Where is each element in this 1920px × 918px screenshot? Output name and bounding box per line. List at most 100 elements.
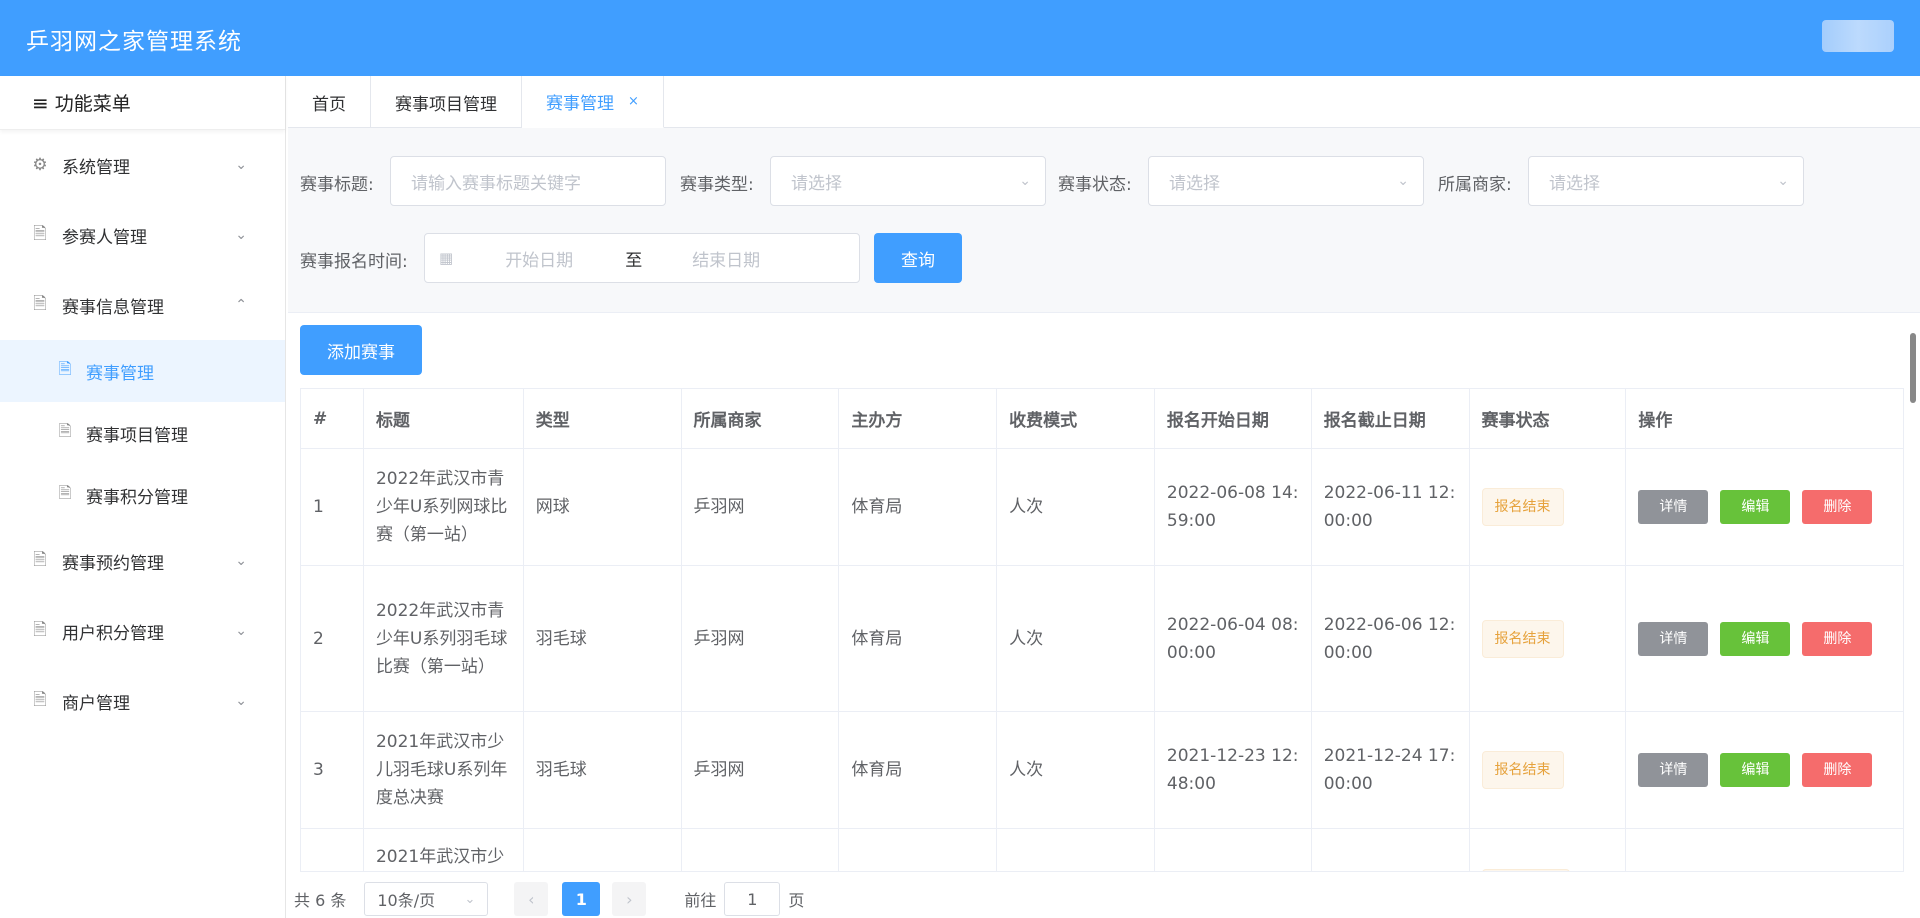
cell-fee [997,829,1155,871]
status-badge: 报名结束 [1481,751,1564,789]
sidebar-header-label: 功能菜单 [54,93,131,115]
cell-index: 3 [301,712,364,828]
cell-type: 羽毛球 [524,712,682,828]
goto-page-input[interactable]: 1 [724,882,781,916]
sidebar-item-label: 赛事预约管理 [62,553,164,574]
chevron-down-icon: ⌄ [235,623,247,639]
chevron-right-icon: › [626,889,633,909]
sidebar-subitem-label: 赛事积分管理 [86,487,188,508]
calendar-icon: ▦ [439,249,454,267]
prev-page-button[interactable]: ‹ [514,882,549,916]
date-range-picker[interactable]: ▦ 开始日期 至 结束日期 [424,233,860,283]
cell-title: 2021年武汉市少 [364,829,524,871]
merchant-filter-label: 所属商家: [1438,175,1512,195]
cell-index: 1 [301,449,364,565]
edit-button[interactable] [1720,871,1790,872]
page-scrollbar[interactable] [1910,333,1916,403]
merchant-select-placeholder: 请选择 [1549,173,1600,194]
delete-button[interactable] [1802,871,1872,872]
sidebar-item-merchant[interactable]: 🗎 商户管理 ⌄ [0,666,285,736]
edit-button[interactable]: 编辑 [1720,490,1791,524]
cell-start-date: 2021-11-30 21:1 [1155,829,1312,871]
chevron-down-icon: ⌄ [1777,173,1789,189]
cell-status: 报名结束 [1470,566,1627,711]
cell-type [524,829,682,871]
query-button[interactable]: 查询 [874,233,962,283]
cell-fee: 人次 [997,566,1155,711]
add-event-button[interactable]: 添加赛事 [300,325,422,375]
table-header: # 标题 类型 所属商家 主办方 收费模式 报名开始日期 报名截止日期 赛事状态… [301,389,1903,449]
sidebar-item-event-info[interactable]: 🗎 赛事信息管理 ⌃ [0,270,285,340]
chevron-down-icon: ⌄ [235,227,247,243]
column-header: 报名开始日期 [1155,389,1312,448]
status-select[interactable]: 请选择 ⌄ [1148,156,1424,206]
detail-button[interactable]: 详情 [1638,621,1709,656]
delete-button[interactable]: 删除 [1802,490,1873,524]
page-number-current[interactable]: 1 [562,882,601,916]
status-badge [1481,869,1570,871]
sidebar-subitem-event-manage[interactable]: 🗎 赛事管理 [0,340,285,402]
tab-event-project[interactable]: 赛事项目管理 [371,76,522,128]
user-avatar[interactable] [1822,20,1894,52]
title-search-input[interactable]: 请输入赛事标题关键字 [390,156,666,206]
cell-fee: 人次 [997,449,1155,565]
document-icon: 🗎 [58,420,72,440]
sidebar: ≡ 功能菜单 ⚙ 系统管理 ⌄ 🗎 参赛人管理 ⌄ 🗎 赛事信息管理 ⌃ 🗎 赛… [0,76,286,918]
delete-button[interactable]: 删除 [1802,621,1873,656]
app-title: 乒羽网之家管理系统 [26,29,242,55]
cell-actions: 详情 编辑 删除 [1626,449,1903,565]
sidebar-subitem-event-points[interactable]: 🗎 赛事积分管理 [0,464,285,526]
sidebar-item-participants[interactable]: 🗎 参赛人管理 ⌄ [0,200,285,270]
chevron-down-icon: ⌄ [235,553,247,569]
edit-button[interactable]: 编辑 [1720,621,1791,656]
detail-button[interactable]: 详情 [1638,490,1709,524]
range-separator: 至 [625,250,643,271]
cell-start-date: 2022-06-08 14:59:00 [1155,449,1312,565]
table-row: 2 2022年武汉市青少年U系列羽毛球比赛（第一站） 羽毛球 乒羽网 体育局 人… [301,566,1903,712]
status-badge: 报名结束 [1481,488,1564,526]
type-filter-label: 赛事类型: [680,175,754,195]
cell-status: 报名结束 [1470,449,1627,565]
document-icon: 🗎 [33,293,47,314]
total-count: 共 6 条 [294,891,347,910]
document-icon: 🗎 [33,549,47,570]
detail-button[interactable]: 详情 [1638,753,1709,787]
cell-merchant: 乒羽网 [682,566,840,711]
tab-event-manage[interactable]: 赛事管理 × [522,76,664,128]
tab-label: 赛事管理 [546,94,614,114]
edit-button[interactable]: 编辑 [1720,753,1791,787]
page-size-select[interactable]: 10条/页 ⌄ [364,882,489,916]
table-row: 3 2021年武汉市少儿羽毛球U系列年度总决赛 羽毛球 乒羽网 体育局 人次 2… [301,712,1903,829]
status-select-placeholder: 请选择 [1169,173,1220,194]
close-icon[interactable]: × [628,94,639,109]
column-header: 所属商家 [682,389,840,448]
table-row: 1 2022年武汉市青少年U系列网球比赛（第一站） 网球 乒羽网 体育局 人次 … [301,449,1903,566]
title-filter-label: 赛事标题: [300,175,374,195]
end-date-placeholder: 结束日期 [692,250,761,271]
tab-bar: 首页 赛事项目管理 赛事管理 × [288,76,1920,128]
merchant-select[interactable]: 请选择 ⌄ [1528,156,1804,206]
detail-button[interactable] [1638,871,1708,872]
cell-status [1470,829,1627,871]
column-header: 类型 [524,389,682,448]
chevron-down-icon: ⌄ [1397,173,1409,189]
cell-merchant: 乒羽网 [682,712,840,828]
main-content: 赛事标题: 请输入赛事标题关键字 赛事类型: 请选择 ⌄ 赛事状态: 请选择 ⌄… [288,128,1920,918]
document-icon: 🗎 [58,358,72,378]
sidebar-item-system[interactable]: ⚙ 系统管理 ⌄ [0,130,285,200]
sidebar-subitem-event-project[interactable]: 🗎 赛事项目管理 [0,402,285,464]
cell-host [839,829,998,871]
cell-start-date: 2022-06-04 08:00:00 [1155,566,1312,711]
cell-title: 2022年武汉市青少年U系列网球比赛（第一站） [364,449,524,565]
delete-button[interactable]: 删除 [1802,753,1873,787]
sidebar-header[interactable]: ≡ 功能菜单 [0,76,285,130]
column-header: 赛事状态 [1470,389,1627,448]
sidebar-item-booking[interactable]: 🗎 赛事预约管理 ⌄ [0,526,285,596]
type-select[interactable]: 请选择 ⌄ [770,156,1046,206]
type-select-placeholder: 请选择 [791,173,842,194]
sidebar-item-user-points[interactable]: 🗎 用户积分管理 ⌄ [0,596,285,666]
next-page-button[interactable]: › [612,882,647,916]
events-table: # 标题 类型 所属商家 主办方 收费模式 报名开始日期 报名截止日期 赛事状态… [300,388,1904,872]
cell-start-date: 2021-12-23 12:48:00 [1155,712,1312,828]
tab-home[interactable]: 首页 [288,76,371,128]
